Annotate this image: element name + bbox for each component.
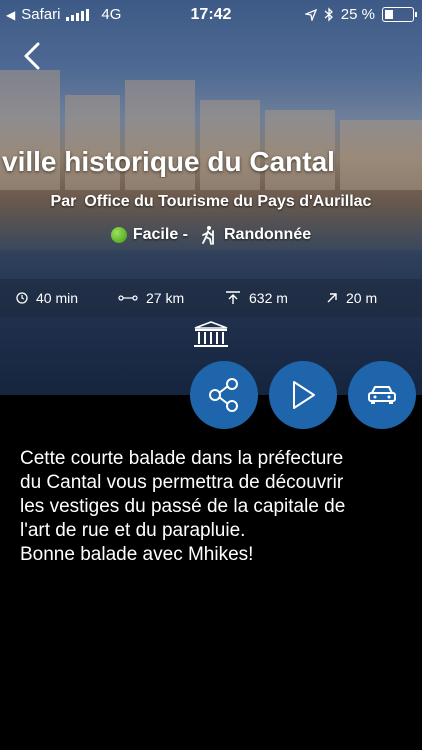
stat-elevation: 632 m (225, 279, 288, 317)
car-button[interactable] (348, 361, 416, 429)
difficulty-label: Facile - (132, 226, 188, 243)
stats-bar: 40 min 27 km 632 m 20 m (0, 279, 422, 317)
stat-distance: 27 km (118, 279, 184, 317)
duration-value: 40 min (36, 290, 79, 306)
description-line: les vestiges du passé de la capitale de (20, 496, 346, 517)
elevation-value: 632 m (249, 290, 288, 306)
back-chevron-icon[interactable] (18, 38, 48, 74)
distance-icon (118, 295, 138, 301)
activity-label: Randonnée (224, 226, 312, 243)
distance-value: 27 km (146, 290, 185, 306)
car-icon (368, 386, 396, 404)
hike-description: Cette courte balade dans la préfecture d… (20, 447, 410, 567)
share-button[interactable] (190, 361, 258, 429)
author-line: Par Office du Tourisme du Pays d'Aurillac (0, 193, 422, 211)
hike-meta: Facile - Randonnée (0, 225, 422, 245)
description-line: l'art de rue et du parapluie. (20, 520, 246, 541)
stat-duration: 40 min (16, 279, 78, 317)
clock-icon (16, 292, 28, 304)
play-button[interactable] (269, 361, 337, 429)
monument-icon (194, 321, 228, 347)
location-arrow-icon (304, 8, 317, 21)
battery-icon (382, 7, 417, 22)
author-prefix: Par (50, 193, 77, 210)
action-buttons (0, 361, 422, 429)
play-icon (293, 381, 315, 409)
bluetooth-icon (324, 7, 333, 22)
battery-percent: 25 % (340, 6, 375, 23)
hike-title: ville historique du Cantal (2, 146, 335, 177)
elevation-icon (226, 291, 240, 304)
hiker-icon (202, 226, 214, 245)
status-bar: ◀ Safari 4G 17:42 25 % (0, 0, 422, 30)
description-line: Cette courte balade dans la préfecture (20, 448, 344, 469)
description-line: Bonne balade avec Mhikes! (20, 544, 254, 565)
ascent-value: 20 m (346, 290, 378, 306)
author-name[interactable]: Office du Tourisme du Pays d'Aurillac (84, 193, 371, 210)
description-line: du Cantal vous permettra de découvrir (20, 472, 344, 493)
difficulty-dot-icon (110, 227, 127, 243)
stat-ascent: 20 m (326, 279, 377, 317)
share-icon (209, 378, 238, 412)
ascent-arrow-icon (327, 293, 337, 303)
